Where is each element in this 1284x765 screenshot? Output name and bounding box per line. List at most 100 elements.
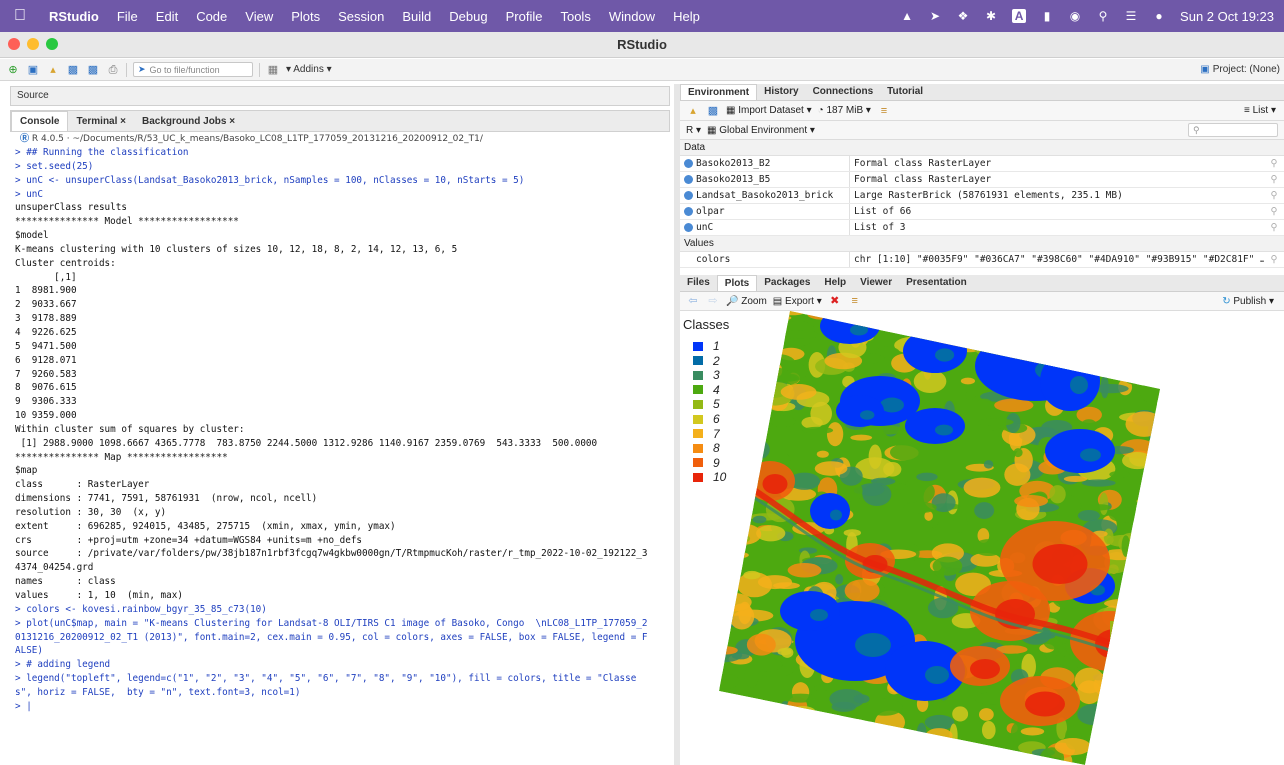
menu-view[interactable]: View (236, 9, 282, 24)
import-dataset-button[interactable]: ▦ Import Dataset ▾ (726, 105, 812, 116)
publish-button[interactable]: ↻ Publish ▾ (1222, 296, 1274, 307)
console-output[interactable]: > ## Running the classification > set.see… (10, 146, 670, 765)
zoom-window-button[interactable] (46, 38, 58, 50)
export-button[interactable]: ▤ Export ▾ (773, 296, 822, 307)
clear-plots-broom-icon[interactable]: ≡ (848, 294, 862, 308)
map-texture-patch (892, 750, 932, 758)
console-output-line: Within cluster sum of squares by cluster… (15, 423, 245, 435)
clear-broom-icon[interactable]: ≡ (877, 104, 891, 118)
tab-packages[interactable]: Packages (757, 275, 817, 291)
environment-row[interactable]: olpar List of 66 ⚲ (680, 204, 1284, 220)
map-texture-patch (1107, 367, 1132, 380)
close-window-button[interactable] (8, 38, 20, 50)
menu-edit[interactable]: Edit (147, 9, 187, 24)
menu-profile[interactable]: Profile (497, 9, 552, 24)
environment-row[interactable]: unC List of 3 ⚲ (680, 220, 1284, 236)
console-output-line: 4 9226.625 (15, 326, 77, 338)
menu-window[interactable]: Window (600, 9, 664, 24)
console-output-line: 7 9260.583 (15, 368, 77, 380)
tab-connections[interactable]: Connections (806, 84, 881, 100)
view-object-search-icon[interactable]: ⚲ (1264, 156, 1284, 171)
menu-file[interactable]: File (108, 9, 147, 24)
save-all-icon[interactable]: ▩ (86, 63, 100, 77)
menu-plots[interactable]: Plots (282, 9, 329, 24)
drive-icon[interactable]: ▲ (900, 9, 914, 23)
menubar-clock[interactable]: Sun 2 Oct 19:23 (1180, 9, 1274, 24)
tab-environment[interactable]: Environment (680, 84, 758, 100)
view-object-search-icon[interactable]: ⚲ (1264, 252, 1284, 267)
map-texture-patch (1140, 625, 1160, 639)
bluetooth-icon[interactable]: ✱ (984, 9, 998, 23)
battery-icon[interactable]: ▮ (1040, 9, 1054, 23)
view-object-search-icon[interactable]: ⚲ (1264, 204, 1284, 219)
console-input-line: ALSE) (15, 645, 43, 657)
environment-row[interactable]: Basoko2013_B2 Formal class RasterLayer ⚲ (680, 156, 1284, 172)
zoom-button[interactable]: 🔎 Zoom (726, 296, 767, 307)
view-object-search-icon[interactable]: ⚲ (1264, 172, 1284, 187)
dropbox-icon[interactable]: ❖ (956, 9, 970, 23)
tab-viewer[interactable]: Viewer (853, 275, 899, 291)
menu-session[interactable]: Session (329, 9, 393, 24)
map-texture-patch (1020, 727, 1045, 736)
save-icon[interactable]: ▩ (66, 63, 80, 77)
open-file-icon[interactable]: ▴ (46, 63, 60, 77)
expand-object-icon[interactable] (684, 207, 693, 216)
map-class-1-region (780, 591, 840, 631)
tab-console[interactable]: Console (11, 111, 69, 131)
menu-code[interactable]: Code (187, 9, 236, 24)
tab-files[interactable]: Files (680, 275, 717, 291)
tab-presentation[interactable]: Presentation (899, 275, 974, 291)
back-arrow-icon[interactable]: ⇦ (686, 294, 700, 308)
tab-help[interactable]: Help (817, 275, 853, 291)
print-icon[interactable]: ⎙ (106, 63, 120, 77)
apple-icon[interactable]:  (0, 7, 40, 25)
expand-object-icon[interactable] (684, 191, 693, 200)
view-object-search-icon[interactable]: ⚲ (1264, 188, 1284, 203)
project-menu[interactable]: ▣ Project: (None) (1200, 64, 1280, 75)
keyboard-input-icon[interactable]: A (1012, 9, 1027, 23)
expand-object-icon[interactable] (684, 159, 693, 168)
expand-object-icon[interactable] (684, 175, 693, 184)
search-icon[interactable]: ⚲ (1096, 9, 1110, 23)
new-project-icon[interactable]: ▣ (26, 63, 40, 77)
goto-file-input[interactable]: ➤ Go to file/function (133, 62, 253, 77)
view-mode-menu[interactable]: ≡ List ▾ (1244, 105, 1276, 116)
memory-usage[interactable]: ◔ 187 MiB ▾ (818, 105, 871, 116)
map-texture-patch (1125, 671, 1147, 680)
source-pane-header[interactable]: Source (10, 86, 670, 106)
new-file-icon[interactable]: ⊕ (6, 63, 20, 77)
map-texture-patch (1137, 509, 1160, 528)
scope-select[interactable]: ▦ Global Environment ▾ (707, 125, 815, 136)
tab-history[interactable]: History (757, 84, 805, 100)
remove-plot-icon[interactable]: ✖ (828, 294, 842, 308)
tab-tutorial[interactable]: Tutorial (880, 84, 930, 100)
map-texture-patch (719, 409, 753, 416)
control-center-icon[interactable]: ☰ (1124, 9, 1138, 23)
expand-object-icon[interactable] (684, 223, 693, 232)
menu-debug[interactable]: Debug (440, 9, 496, 24)
grid-layout-icon[interactable]: ▦ (266, 63, 280, 77)
environment-row[interactable]: Basoko2013_B5 Formal class RasterLayer ⚲ (680, 172, 1284, 188)
location-icon[interactable]: ➤ (928, 9, 942, 23)
minimize-window-button[interactable] (27, 38, 39, 50)
tab-terminal[interactable]: Terminal × (68, 112, 134, 131)
console-output-line: $model (15, 230, 49, 242)
map-texture-patch (833, 311, 857, 322)
tab-plots[interactable]: Plots (716, 275, 758, 291)
siri-icon[interactable]: ● (1152, 9, 1166, 23)
environment-row[interactable]: colors chr [1:10] "#0035F9" "#036CA7" "#3… (680, 252, 1284, 268)
tab-background-jobs[interactable]: Background Jobs × (134, 112, 243, 131)
forward-arrow-icon[interactable]: ⇨ (706, 294, 720, 308)
menu-app-rstudio[interactable]: RStudio (40, 9, 108, 24)
menu-build[interactable]: Build (393, 9, 440, 24)
menu-tools[interactable]: Tools (551, 9, 599, 24)
menu-help[interactable]: Help (664, 9, 709, 24)
language-select[interactable]: R ▾ (686, 125, 701, 136)
addins-menu[interactable]: ▾ Addins ▾ (286, 64, 332, 75)
save-workspace-icon[interactable]: ▩ (706, 104, 720, 118)
wifi-icon[interactable]: ◉ (1068, 9, 1082, 23)
load-workspace-icon[interactable]: ▴ (686, 104, 700, 118)
view-object-search-icon[interactable]: ⚲ (1264, 220, 1284, 235)
environment-row[interactable]: Landsat_Basoko2013_brick Large RasterBric… (680, 188, 1284, 204)
environment-search-input[interactable]: ⚲ (1188, 123, 1278, 137)
